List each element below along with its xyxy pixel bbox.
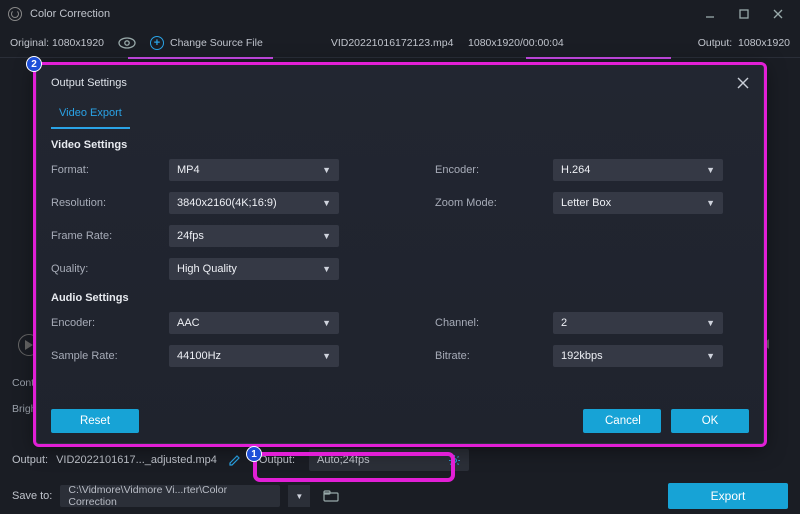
chevron-down-icon: ▼	[322, 165, 331, 175]
bitrate-label: Bitrate:	[435, 350, 535, 362]
save-to-path[interactable]: C:\Vidmore\Vidmore Vi...rter\Color Corre…	[60, 485, 280, 507]
source-filename: VID20221016172123.mp4	[331, 37, 454, 49]
audio-encoder-label: Encoder:	[51, 317, 151, 329]
audio-settings-heading: Audio Settings	[37, 282, 763, 310]
original-resolution: 1080x1920	[52, 37, 104, 49]
chevron-down-icon: ▼	[706, 351, 715, 361]
tab-video-export[interactable]: Video Export	[51, 101, 130, 129]
output-format-value: Auto;24fps	[317, 454, 370, 466]
samplerate-select[interactable]: 44100Hz▼	[169, 345, 339, 367]
audio-encoder-select[interactable]: AAC▼	[169, 312, 339, 334]
minimize-button[interactable]	[696, 3, 724, 25]
cancel-button[interactable]: Cancel	[583, 409, 661, 433]
output-settings-dialog: Output Settings Video Export Video Setti…	[36, 64, 764, 444]
zoom-mode-label: Zoom Mode:	[435, 197, 535, 209]
window-title: Color Correction	[30, 8, 110, 20]
save-to-dropdown[interactable]: ▼	[288, 485, 310, 507]
annotation-badge-1: 1	[246, 446, 262, 462]
channel-select[interactable]: 2▼	[553, 312, 723, 334]
chevron-down-icon: ▼	[322, 318, 331, 328]
format-label: Format:	[51, 164, 151, 176]
video-encoder-select[interactable]: H.264▼	[553, 159, 723, 181]
output-file-label: Output:	[12, 454, 48, 466]
reset-button[interactable]: Reset	[51, 409, 139, 433]
source-res-duration: 1080x1920/00:00:04	[468, 37, 564, 49]
zoom-mode-select[interactable]: Letter Box▼	[553, 192, 723, 214]
quality-select[interactable]: High Quality▼	[169, 258, 339, 280]
info-bar: Original: 1080x1920 + Change Source File…	[0, 28, 800, 58]
output-resolution: 1080x1920	[738, 37, 790, 49]
title-bar: Color Correction	[0, 0, 800, 28]
speaker-icon[interactable]	[762, 338, 776, 350]
quality-label: Quality:	[51, 263, 151, 275]
channel-label: Channel:	[435, 317, 535, 329]
close-button[interactable]	[764, 3, 792, 25]
annotation-badge-2: 2	[26, 56, 42, 72]
dialog-title: Output Settings	[51, 77, 127, 89]
maximize-button[interactable]	[730, 3, 758, 25]
chevron-down-icon: ▼	[322, 264, 331, 274]
output-format-field[interactable]: Auto;24fps	[309, 449, 469, 471]
bitrate-select[interactable]: 192kbps▼	[553, 345, 723, 367]
change-source-button[interactable]: + Change Source File	[150, 36, 263, 50]
chevron-down-icon: ▼	[706, 318, 715, 328]
output-format-label: Output:	[259, 454, 295, 466]
gear-icon[interactable]	[448, 454, 461, 467]
framerate-select[interactable]: 24fps▼	[169, 225, 339, 247]
app-logo-icon	[8, 7, 22, 21]
rename-output-icon[interactable]	[229, 454, 241, 466]
chevron-down-icon: ▼	[322, 351, 331, 361]
framerate-label: Frame Rate:	[51, 230, 151, 242]
chevron-down-icon: ▼	[706, 165, 715, 175]
dialog-close-button[interactable]	[737, 77, 749, 89]
resolution-label: Resolution:	[51, 197, 151, 209]
video-encoder-label: Encoder:	[435, 164, 535, 176]
change-source-label: Change Source File	[170, 37, 263, 49]
export-button[interactable]: Export	[668, 483, 788, 509]
chevron-down-icon: ▼	[322, 198, 331, 208]
accent-underline-right	[526, 57, 671, 59]
video-settings-heading: Video Settings	[37, 129, 763, 157]
output-filename: VID2022101617..._adjusted.mp4	[56, 454, 217, 466]
open-folder-button[interactable]	[318, 485, 344, 507]
preview-eye-icon[interactable]	[118, 37, 136, 49]
samplerate-label: Sample Rate:	[51, 350, 151, 362]
original-label: Original:	[10, 37, 49, 49]
chevron-down-icon: ▼	[322, 231, 331, 241]
format-select[interactable]: MP4▼	[169, 159, 339, 181]
output-label: Output:	[698, 37, 732, 49]
save-to-label: Save to:	[12, 490, 52, 502]
chevron-down-icon: ▼	[706, 198, 715, 208]
plus-circle-icon: +	[150, 36, 164, 50]
ok-button[interactable]: OK	[671, 409, 749, 433]
resolution-select[interactable]: 3840x2160(4K;16:9)▼	[169, 192, 339, 214]
accent-underline-left	[128, 57, 273, 59]
